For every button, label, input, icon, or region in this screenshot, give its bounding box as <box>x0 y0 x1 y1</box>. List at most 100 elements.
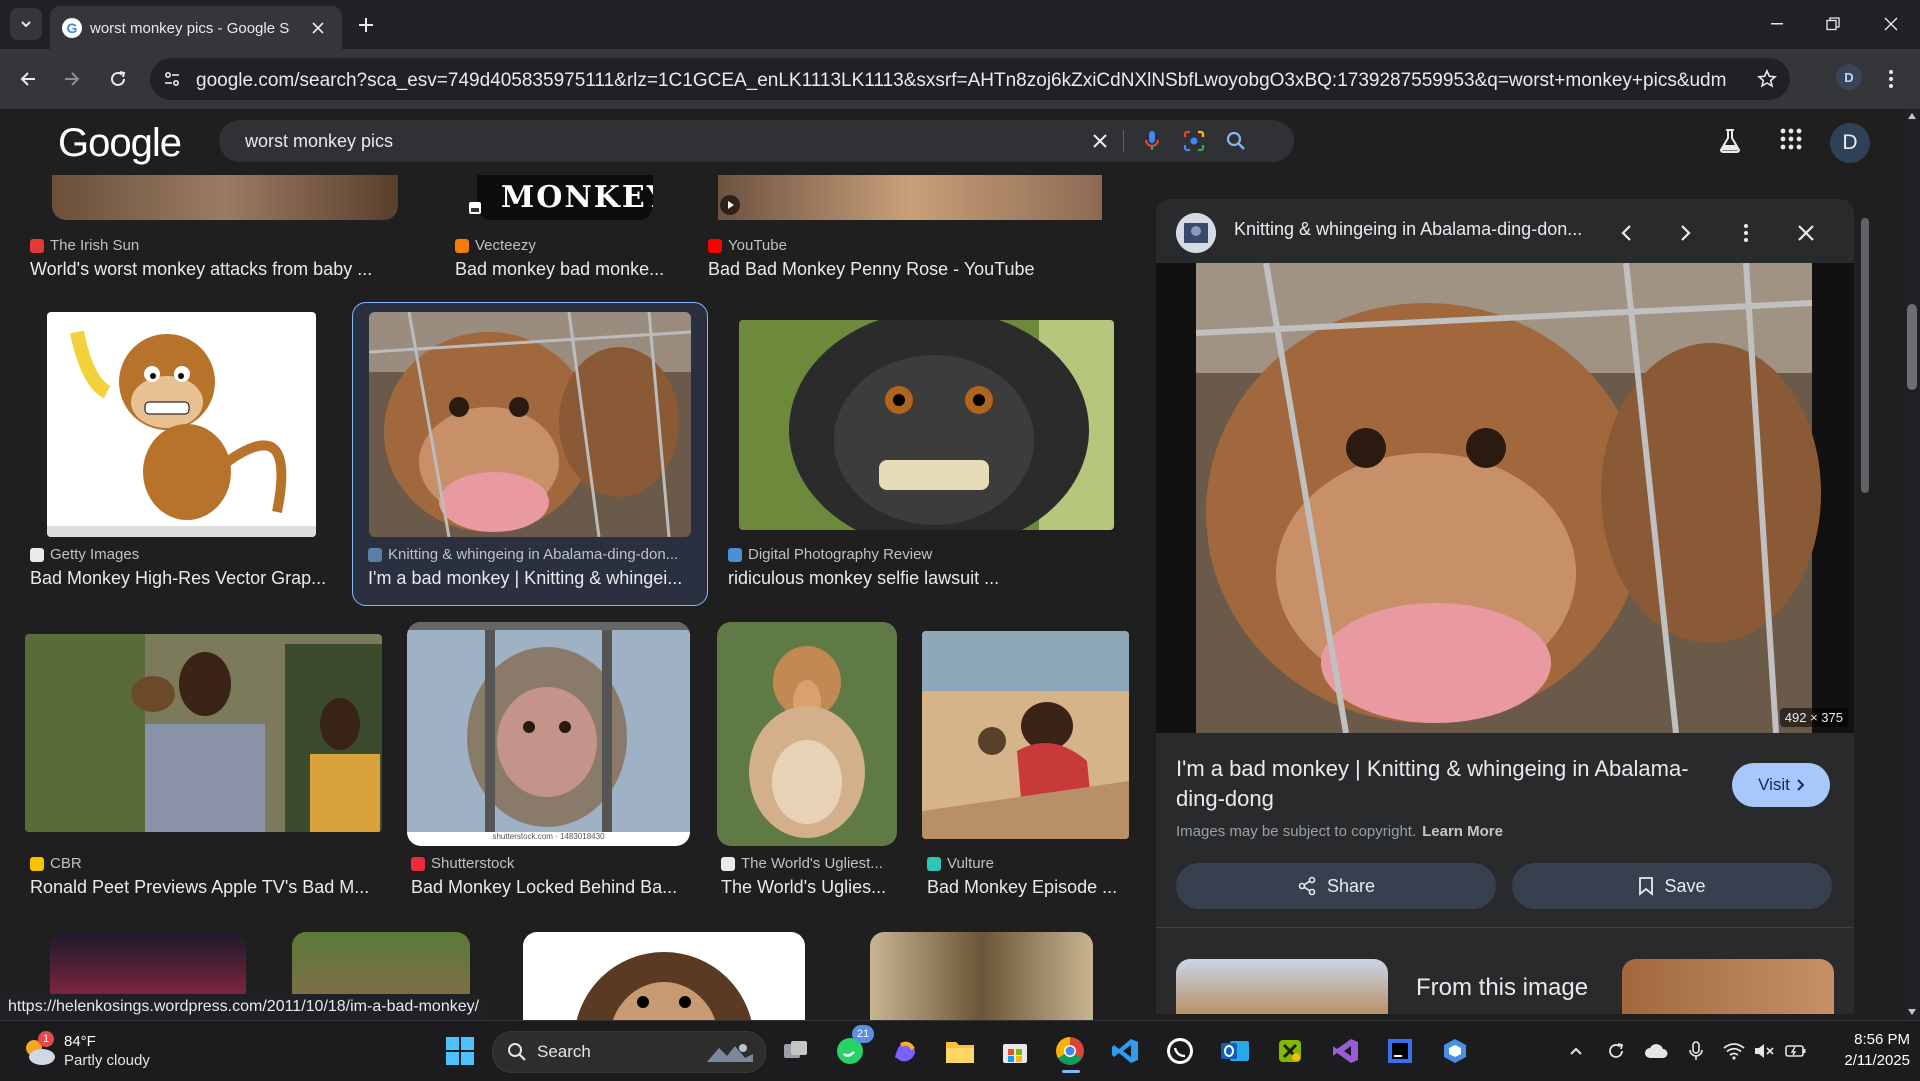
result-source[interactable]: Vulture <box>927 855 1127 872</box>
profile-avatar[interactable]: D <box>1836 64 1862 90</box>
result-source[interactable]: Digital Photography Review <box>728 546 1108 563</box>
result-source[interactable]: YouTube <box>708 237 1108 254</box>
outlook-icon[interactable] <box>1215 1031 1255 1071</box>
result-title[interactable]: Bad Bad Monkey Penny Rose - YouTube <box>708 259 1108 280</box>
result-title[interactable]: ridiculous monkey selfie lawsuit ... <box>728 568 1108 589</box>
result-source[interactable]: Vecteezy <box>455 237 675 254</box>
sync-icon[interactable] <box>1604 1039 1628 1063</box>
result-title[interactable]: Bad Monkey Episode ... <box>927 877 1127 898</box>
preview-image[interactable]: 492 × 375 <box>1156 263 1854 733</box>
result-source[interactable]: Shutterstock <box>411 855 691 872</box>
clock-date[interactable]: 2/11/2025 <box>1830 1052 1910 1069</box>
microsoft-store-icon[interactable] <box>995 1031 1035 1071</box>
result-thumbnail[interactable]: MONKEY <box>477 175 653 220</box>
onedrive-cloud-icon[interactable] <box>1644 1039 1668 1063</box>
save-button[interactable]: Save <box>1512 863 1832 909</box>
search-icon[interactable] <box>1223 128 1249 154</box>
copilot-icon[interactable] <box>885 1031 925 1071</box>
close-tab-icon[interactable] <box>306 16 330 40</box>
labs-flask-icon[interactable] <box>1718 128 1742 154</box>
result-title[interactable]: The World's Uglies... <box>721 877 891 898</box>
google-logo[interactable]: Google <box>58 121 182 166</box>
result-source[interactable]: The Irish Sun <box>30 237 410 254</box>
result-thumbnail[interactable] <box>369 312 691 537</box>
result-thumbnail[interactable] <box>717 622 897 846</box>
visit-button[interactable]: Visit <box>1732 763 1830 807</box>
result-title[interactable]: Bad Monkey Locked Behind Ba... <box>411 877 687 898</box>
whatsapp-business-icon[interactable]: 21 <box>830 1025 874 1071</box>
result-thumbnail[interactable]: shutterstock.com · 1483018430 <box>407 622 690 846</box>
clear-search-icon[interactable] <box>1087 128 1113 154</box>
restore-icon[interactable] <box>1810 8 1856 40</box>
whatsapp-icon[interactable] <box>1160 1031 1200 1071</box>
result-title[interactable]: Bad monkey bad monke... <box>455 259 675 280</box>
result-thumbnail[interactable] <box>739 320 1114 530</box>
result-thumbnail[interactable] <box>870 932 1093 1020</box>
search-input[interactable]: worst monkey pics <box>245 131 393 152</box>
lens-icon[interactable] <box>1181 128 1207 154</box>
result-title[interactable]: I'm a bad monkey | Knitting & whingei... <box>368 568 690 589</box>
back-arrow-icon[interactable] <box>12 63 44 95</box>
related-thumbnail[interactable] <box>1622 959 1834 1014</box>
reload-icon[interactable] <box>102 63 134 95</box>
jetbrains-icon[interactable] <box>1380 1031 1420 1071</box>
result-thumbnail[interactable] <box>718 175 1102 220</box>
site-info-icon[interactable] <box>160 67 184 91</box>
preview-title[interactable]: I'm a bad monkey | Knitting & whingeing … <box>1176 754 1716 814</box>
app-hexagon-icon[interactable] <box>1435 1031 1475 1071</box>
result-thumbnail[interactable] <box>47 312 316 537</box>
url-text[interactable]: google.com/search?sca_esv=749d4058359751… <box>196 70 1726 92</box>
previous-chevron-icon[interactable] <box>1608 215 1644 251</box>
snipping-tool-icon[interactable] <box>1270 1031 1310 1071</box>
minimize-icon[interactable] <box>1754 8 1800 40</box>
result-title[interactable]: Bad Monkey High-Res Vector Grap... <box>30 568 335 589</box>
result-source[interactable]: CBR <box>30 855 390 872</box>
result-source[interactable]: The World's Ugliest... <box>721 855 891 872</box>
page-scrollbar[interactable] <box>1904 109 1920 1020</box>
share-button[interactable]: Share <box>1176 863 1496 909</box>
result-thumbnail[interactable] <box>25 634 382 832</box>
kebab-menu-icon[interactable] <box>1878 64 1904 94</box>
more-options-icon[interactable] <box>1728 215 1764 251</box>
wifi-icon[interactable] <box>1722 1039 1746 1063</box>
bookmark-star-icon[interactable] <box>1754 66 1780 92</box>
chrome-icon[interactable] <box>1050 1031 1090 1073</box>
microphone-icon[interactable] <box>1684 1039 1708 1063</box>
file-explorer-icon[interactable] <box>940 1031 980 1071</box>
weather-widget[interactable]: 1 84°F Partly cloudy <box>20 1031 220 1073</box>
clock-time[interactable]: 8:56 PM <box>1830 1031 1910 1048</box>
learn-more-link[interactable]: Learn More <box>1422 823 1503 840</box>
battery-charging-icon[interactable] <box>1784 1039 1808 1063</box>
start-button[interactable] <box>440 1031 480 1071</box>
taskbar-search-box[interactable]: Search <box>492 1031 766 1073</box>
site-favicon-icon[interactable] <box>1176 213 1216 253</box>
scroll-down-icon[interactable] <box>1908 1009 1916 1015</box>
close-preview-icon[interactable] <box>1788 215 1824 251</box>
address-bar[interactable]: google.com/search?sca_esv=749d4058359751… <box>150 58 1790 100</box>
related-thumbnail[interactable] <box>1176 959 1388 1014</box>
show-hidden-icons-chevron-icon[interactable] <box>1564 1039 1588 1063</box>
search-box[interactable]: worst monkey pics <box>219 120 1294 162</box>
visual-studio-icon[interactable] <box>1325 1031 1365 1071</box>
new-tab-icon[interactable] <box>352 11 380 39</box>
volume-muted-icon[interactable] <box>1752 1039 1776 1063</box>
preview-site-name[interactable]: Knitting & whingeing in Abalama-ding-don… <box>1234 219 1594 240</box>
account-avatar[interactable]: D <box>1830 123 1870 163</box>
page-scrollbar-thumb[interactable] <box>1907 304 1917 390</box>
browser-tab-active[interactable]: G worst monkey pics - Google Search <box>50 6 342 49</box>
tab-search-button[interactable] <box>10 8 42 40</box>
close-window-icon[interactable] <box>1868 8 1914 40</box>
preview-scrollbar-thumb[interactable] <box>1861 218 1869 493</box>
result-thumbnail[interactable] <box>523 932 805 1020</box>
result-title[interactable]: Ronald Peet Previews Apple TV's Bad M... <box>30 877 385 898</box>
vscode-icon[interactable] <box>1105 1031 1145 1071</box>
result-thumbnail[interactable] <box>922 631 1129 839</box>
microphone-icon[interactable] <box>1139 128 1165 154</box>
result-thumbnail[interactable] <box>52 175 398 220</box>
next-chevron-icon[interactable] <box>1668 215 1704 251</box>
result-title[interactable]: World's worst monkey attacks from baby .… <box>30 259 410 280</box>
task-view-icon[interactable] <box>776 1031 816 1071</box>
scroll-up-icon[interactable] <box>1908 113 1916 119</box>
forward-arrow-icon[interactable] <box>56 63 88 95</box>
result-source[interactable]: Knitting & whingeing in Abalama-ding-don… <box>368 546 690 563</box>
